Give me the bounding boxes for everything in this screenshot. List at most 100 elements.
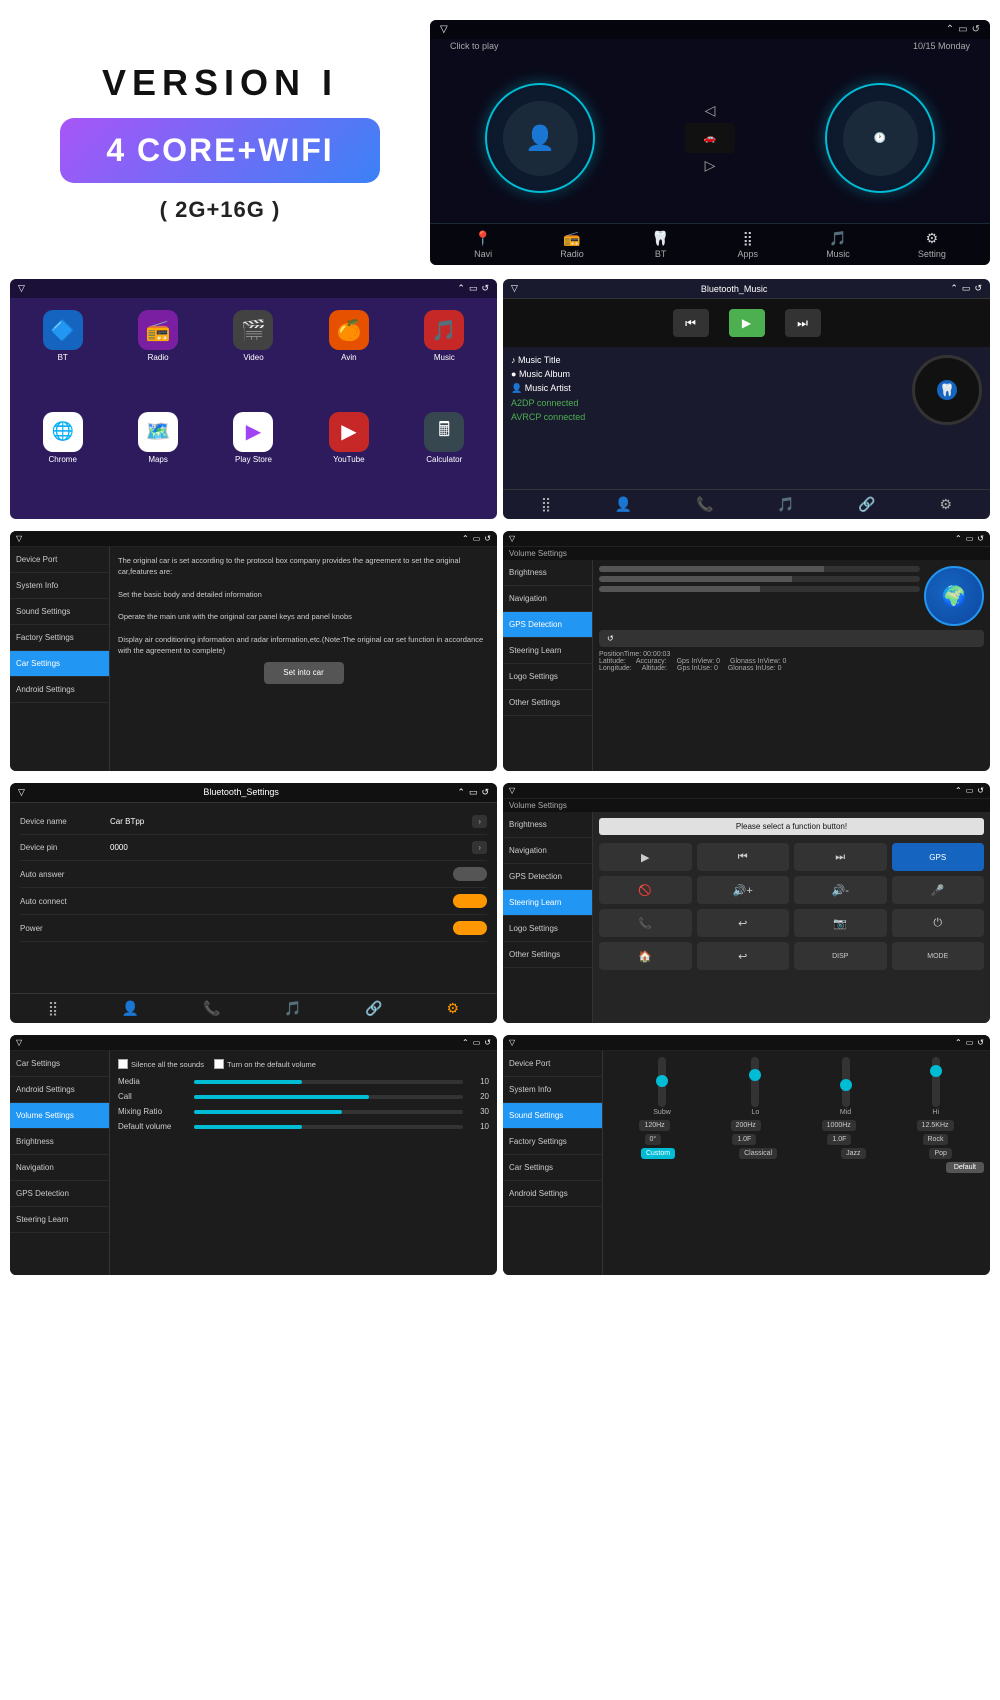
bt-prev-btn[interactable]: ⏮ xyxy=(673,309,709,337)
vol-media-track[interactable] xyxy=(194,1080,463,1084)
btsettings-nav-settings[interactable]: ⚙ xyxy=(447,1000,460,1017)
steering-disp-btn[interactable]: DISP xyxy=(794,942,887,970)
eq-mid-track[interactable] xyxy=(842,1057,850,1107)
btsettings-nav-music[interactable]: 🎵 xyxy=(284,1000,301,1017)
steering-vol-up-btn[interactable]: 🔊+ xyxy=(697,876,790,904)
app-radio[interactable]: 📻 Radio xyxy=(113,310,202,406)
eq-pop-btn[interactable]: Pop xyxy=(929,1148,951,1159)
bt-nav-link-icon[interactable]: 🔗 xyxy=(858,496,875,513)
steering-sidebar-brightness[interactable]: Brightness xyxy=(503,812,592,838)
eq-sidebar-factory[interactable]: Factory Settings xyxy=(503,1129,602,1155)
car-nav-bt[interactable]: 🦷 BT xyxy=(652,230,669,259)
sidebar-sound-settings[interactable]: Sound Settings xyxy=(10,599,109,625)
app-music[interactable]: 🎵 Music xyxy=(400,310,489,406)
eq-sidebar-sound[interactable]: Sound Settings xyxy=(503,1103,602,1129)
eq-rock-btn[interactable]: Rock xyxy=(923,1134,949,1145)
bt-nav-person-icon[interactable]: 👤 xyxy=(615,496,632,513)
steering-vol-dn-btn[interactable]: 🔊- xyxy=(794,876,887,904)
bt-play-btn[interactable]: ▶ xyxy=(729,309,765,337)
app-youtube[interactable]: ▶ YouTube xyxy=(304,412,393,508)
vol-sidebar-gps[interactable]: GPS Detection xyxy=(10,1181,109,1207)
set-into-car-button[interactable]: Set into car xyxy=(264,662,344,684)
eq-sidebar-system-info[interactable]: System Info xyxy=(503,1077,602,1103)
steering-next-btn[interactable]: ⏭ xyxy=(794,843,887,871)
steering-prev-btn[interactable]: ⏮ xyxy=(697,843,790,871)
vol-sidebar-steering[interactable]: Steering Learn xyxy=(10,1207,109,1233)
bt-device-name-arrow[interactable]: › xyxy=(472,815,487,828)
eq-0deg-btn[interactable]: 0° xyxy=(645,1134,662,1145)
car-nav-radio[interactable]: 📻 Radio xyxy=(560,230,584,259)
steering-camera-btn[interactable]: 📷 xyxy=(794,909,887,937)
app-video[interactable]: 🎬 Video xyxy=(209,310,298,406)
eq-jazz-btn[interactable]: Jazz xyxy=(841,1148,865,1159)
vol-sidebar-volume[interactable]: Volume Settings xyxy=(10,1103,109,1129)
vol-sidebar-android[interactable]: Android Settings xyxy=(10,1077,109,1103)
vol-sidebar-car[interactable]: Car Settings xyxy=(10,1051,109,1077)
car-prev-btn[interactable]: ◁ xyxy=(705,102,716,119)
eq-hi-track[interactable] xyxy=(932,1057,940,1107)
btsettings-nav-phone[interactable]: 📞 xyxy=(203,1000,220,1017)
eq-200hz-btn[interactable]: 200Hz xyxy=(731,1120,761,1131)
app-calculator[interactable]: 🖩 Calculator xyxy=(400,412,489,508)
bt-power-toggle[interactable] xyxy=(453,921,487,935)
app-bt[interactable]: 🔷 BT xyxy=(18,310,107,406)
steering-hangup-btn[interactable]: ↩ xyxy=(697,909,790,937)
eq-1f-btn2[interactable]: 1.0F xyxy=(827,1134,851,1145)
vol-default-check[interactable]: Turn on the default volume xyxy=(214,1059,316,1069)
car-next-btn[interactable]: ▷ xyxy=(705,157,716,174)
vol-silence-check[interactable]: Silence all the sounds xyxy=(118,1059,204,1069)
vol-mixing-track[interactable] xyxy=(194,1110,463,1114)
steering-mic-btn[interactable]: 🎤 xyxy=(892,876,985,904)
steering-gps-btn[interactable]: GPS xyxy=(892,843,985,871)
eq-1000hz-btn[interactable]: 1000Hz xyxy=(822,1120,856,1131)
steering-mode-btn[interactable]: MODE xyxy=(892,942,985,970)
vol-default-track[interactable] xyxy=(194,1125,463,1129)
bt-auto-answer-toggle[interactable] xyxy=(453,867,487,881)
vol-call-track[interactable] xyxy=(194,1095,463,1099)
silence-checkbox[interactable] xyxy=(118,1059,128,1069)
sidebar-car-settings[interactable]: Car Settings xyxy=(10,651,109,677)
default-volume-checkbox[interactable] xyxy=(214,1059,224,1069)
steering-sidebar-steering[interactable]: Steering Learn xyxy=(503,890,592,916)
bt-auto-connect-toggle[interactable] xyxy=(453,894,487,908)
steering-sidebar-navigation[interactable]: Navigation xyxy=(503,838,592,864)
steering-home-btn[interactable]: 🏠 xyxy=(599,942,692,970)
eq-default-button[interactable]: Default xyxy=(946,1162,984,1173)
steering-back-btn[interactable]: ↩ xyxy=(697,942,790,970)
btsettings-nav-link[interactable]: 🔗 xyxy=(365,1000,382,1017)
eq-classical-btn[interactable]: Classical xyxy=(739,1148,777,1159)
sidebar-system-info[interactable]: System Info xyxy=(10,573,109,599)
app-chrome[interactable]: 🌐 Chrome xyxy=(18,412,107,508)
gps-item-navigation[interactable]: Navigation xyxy=(503,586,592,612)
steering-sidebar-logo[interactable]: Logo Settings xyxy=(503,916,592,942)
eq-sidebar-car[interactable]: Car Settings xyxy=(503,1155,602,1181)
eq-1f-btn1[interactable]: 1.0F xyxy=(732,1134,756,1145)
bt-nav-phone-icon[interactable]: 📞 xyxy=(696,496,713,513)
steering-play-btn[interactable]: ▶ xyxy=(599,843,692,871)
eq-custom-btn[interactable]: Custom xyxy=(641,1148,675,1159)
gps-item-logo[interactable]: Logo Settings xyxy=(503,664,592,690)
bt-nav-settings-icon[interactable]: ⚙ xyxy=(940,496,953,513)
app-playstore[interactable]: ▶ Play Store xyxy=(209,412,298,508)
app-maps[interactable]: 🗺️ Maps xyxy=(113,412,202,508)
sidebar-factory-settings[interactable]: Factory Settings xyxy=(10,625,109,651)
bt-nav-grid-icon[interactable]: ⣿ xyxy=(541,496,551,513)
gps-item-steering[interactable]: Steering Learn xyxy=(503,638,592,664)
car-nav-navi[interactable]: 📍 Navi xyxy=(474,230,492,259)
gps-refresh-button[interactable]: ↺ xyxy=(599,630,984,647)
vol-sidebar-navigation[interactable]: Navigation xyxy=(10,1155,109,1181)
eq-lo-track[interactable] xyxy=(751,1057,759,1107)
eq-subw-track[interactable] xyxy=(658,1057,666,1107)
gps-item-brightness[interactable]: Brightness xyxy=(503,560,592,586)
btsettings-nav-grid[interactable]: ⣿ xyxy=(48,1000,58,1017)
gps-item-other[interactable]: Other Settings xyxy=(503,690,592,716)
app-avin[interactable]: 🍊 Avin xyxy=(304,310,393,406)
eq-sidebar-android[interactable]: Android Settings xyxy=(503,1181,602,1207)
steering-call-btn[interactable]: 📞 xyxy=(599,909,692,937)
steering-sidebar-other[interactable]: Other Settings xyxy=(503,942,592,968)
eq-125khz-btn[interactable]: 12.5KHz xyxy=(917,1120,954,1131)
car-nav-setting[interactable]: ⚙ Setting xyxy=(918,230,946,259)
btsettings-nav-person[interactable]: 👤 xyxy=(122,1000,139,1017)
eq-sidebar-device-port[interactable]: Device Port xyxy=(503,1051,602,1077)
car-nav-music[interactable]: 🎵 Music xyxy=(826,230,850,259)
